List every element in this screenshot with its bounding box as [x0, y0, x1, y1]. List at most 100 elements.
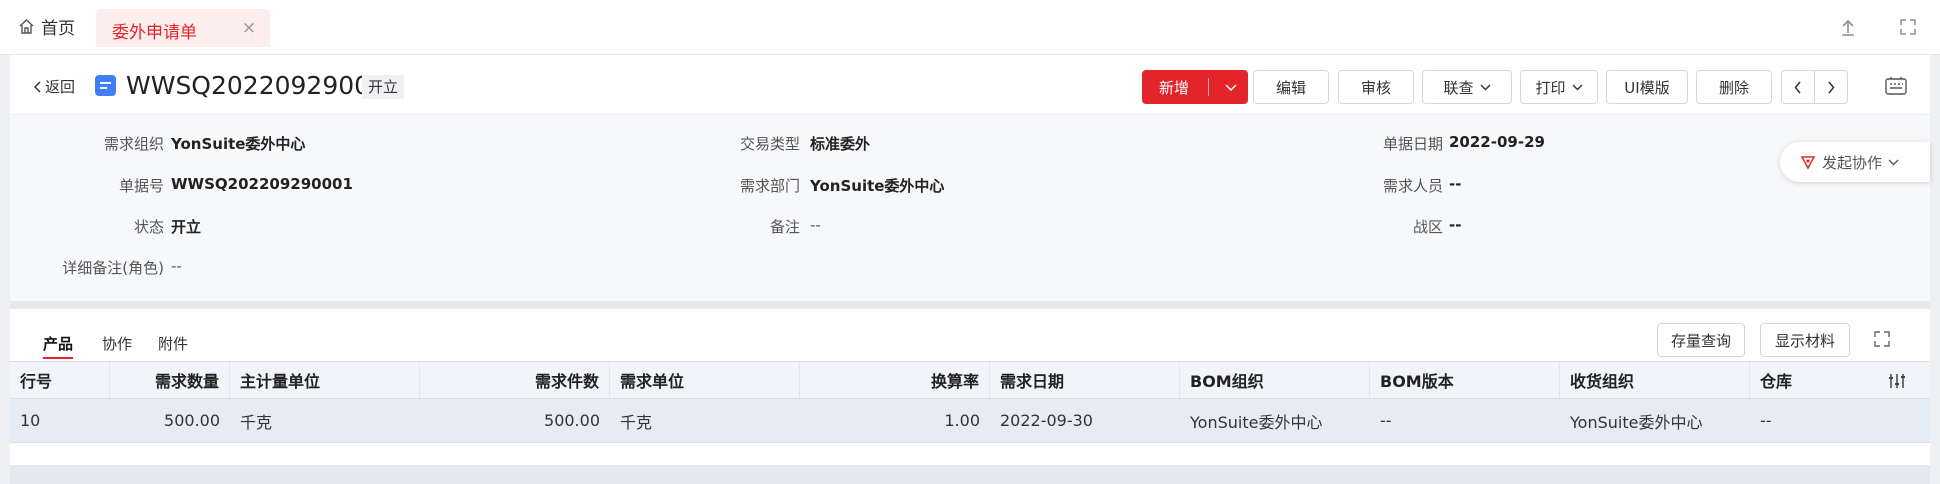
- cell-demand-pieces: 500.00: [544, 411, 600, 430]
- cell-line-no: 10: [20, 411, 41, 430]
- doc-no-label: 单据号: [118, 177, 164, 195]
- cell-warehouse: --: [1760, 411, 1772, 430]
- demand-dept-value: YonSuite委外中心: [810, 177, 945, 195]
- tab-attach[interactable]: 附件: [158, 333, 188, 354]
- page-title: WWSQ202209290001: [126, 71, 402, 100]
- section-divider: [10, 301, 1930, 309]
- chevron-right-icon: [1828, 81, 1835, 93]
- status-value: 开立: [171, 218, 202, 236]
- cell-demand-unit: 千克: [620, 412, 653, 432]
- upload-icon[interactable]: [1838, 17, 1858, 37]
- column-settings-icon[interactable]: [1888, 372, 1906, 390]
- col-header-demand-pieces[interactable]: 需求件数: [420, 362, 610, 398]
- edit-button-label: 编辑: [1275, 78, 1306, 97]
- new-button-label: 新增: [1159, 78, 1190, 97]
- col-header-demand-unit[interactable]: 需求单位: [610, 362, 800, 398]
- audit-button-label: 审核: [1360, 78, 1391, 97]
- col-header-demand-qty[interactable]: 需求数量: [110, 362, 230, 398]
- prev-record-button[interactable]: [1781, 70, 1815, 104]
- print-label: 打印: [1535, 78, 1566, 97]
- back-link[interactable]: 返回: [32, 76, 75, 97]
- status-label: 状态: [133, 218, 164, 236]
- detail-note-value: --: [171, 257, 182, 275]
- close-icon[interactable]: ×: [242, 18, 256, 38]
- trade-type-value: 标准委外: [810, 135, 871, 153]
- demand-person-label: 需求人员: [1382, 177, 1443, 195]
- cell-demand-date: 2022-09-30: [1000, 411, 1093, 430]
- stock-query-button[interactable]: 存量查询: [1657, 323, 1745, 357]
- tab-bar: 首页 委外申请单 ×: [0, 0, 1940, 55]
- detail-tabs: 产品 协作 附件 存量查询 显示材料: [10, 309, 1930, 361]
- chevron-left-icon: [33, 80, 41, 93]
- show-material-button[interactable]: 显示材料: [1760, 323, 1850, 357]
- col-header-bom-version[interactable]: BOM版本: [1370, 362, 1560, 398]
- war-zone-value: --: [1449, 216, 1462, 234]
- product-grid: 行号 需求数量 主计量单位 需求件数 需求单位 换算率 需求日期 BOM组织 B…: [10, 361, 1930, 443]
- print-button[interactable]: 打印: [1520, 70, 1598, 104]
- col-header-bom-org[interactable]: BOM组织: [1180, 362, 1370, 398]
- edit-button[interactable]: 编辑: [1253, 70, 1329, 104]
- trade-type-label: 交易类型: [739, 135, 800, 153]
- remark-label: 备注: [769, 218, 800, 236]
- chevron-down-icon: [1480, 84, 1490, 90]
- cell-bom-version: --: [1380, 411, 1392, 430]
- delete-button[interactable]: 删除: [1696, 70, 1772, 104]
- cell-conversion-rate: 1.00: [944, 411, 980, 430]
- status-badge: 开立: [362, 75, 405, 99]
- table-row[interactable]: 10 500.00 千克 500.00 千克 1.00 2022-09-30 Y…: [10, 399, 1930, 443]
- detail-note-label: 详细备注(角色): [62, 259, 164, 277]
- col-header-line-no[interactable]: 行号: [10, 362, 110, 398]
- cell-receive-org: YonSuite委外中心: [1570, 412, 1703, 432]
- home-icon: [19, 19, 34, 34]
- main-card: 返回 WWSQ202209290001 开立 新增 编辑 审核 联查 打印 UI…: [10, 55, 1930, 465]
- col-header-demand-date[interactable]: 需求日期: [990, 362, 1180, 398]
- doc-no-value: WWSQ202209290001: [171, 175, 353, 193]
- stock-query-label: 存量查询: [1670, 331, 1731, 350]
- keyboard-icon[interactable]: [1884, 75, 1908, 97]
- grid-header: 行号 需求数量 主计量单位 需求件数 需求单位 换算率 需求日期 BOM组织 B…: [10, 361, 1930, 399]
- cell-main-unit: 千克: [240, 412, 273, 432]
- demand-org-label: 需求组织: [103, 135, 164, 153]
- fullscreen-icon[interactable]: [1898, 17, 1918, 37]
- divider: [1208, 78, 1210, 96]
- tab-home[interactable]: 首页: [18, 14, 75, 39]
- document-icon: [95, 75, 116, 96]
- demand-person-value: --: [1449, 175, 1462, 193]
- col-header-conversion-rate[interactable]: 换算率: [800, 362, 990, 398]
- linked-query-button[interactable]: 联查: [1422, 70, 1512, 104]
- show-material-label: 显示材料: [1774, 331, 1835, 350]
- ui-template-label: UI模版: [1624, 78, 1670, 97]
- start-collab-button[interactable]: 发起协作: [1780, 142, 1930, 182]
- tab-collab[interactable]: 协作: [102, 333, 132, 354]
- chevron-down-icon: [1572, 84, 1582, 90]
- cell-bom-org: YonSuite委外中心: [1190, 412, 1323, 432]
- tab-home-label: 首页: [41, 19, 75, 39]
- linked-query-label: 联查: [1443, 78, 1474, 97]
- bottom-strip: [10, 465, 1930, 484]
- header-form: 需求组织 YonSuite委外中心 单据号 WWSQ202209290001 状…: [10, 115, 1930, 301]
- col-header-main-unit[interactable]: 主计量单位: [230, 362, 420, 398]
- demand-org-value: YonSuite委外中心: [171, 135, 306, 153]
- col-header-receive-org[interactable]: 收货组织: [1560, 362, 1750, 398]
- war-zone-label: 战区: [1412, 218, 1443, 236]
- cell-demand-qty: 500.00: [164, 411, 220, 430]
- chevron-left-icon: [1794, 81, 1801, 93]
- tab-product[interactable]: 产品: [43, 333, 73, 354]
- audit-button[interactable]: 审核: [1338, 70, 1414, 104]
- doc-date-value: 2022-09-29: [1449, 133, 1545, 151]
- collab-icon: [1800, 156, 1816, 170]
- delete-label: 删除: [1718, 78, 1749, 97]
- chevron-down-icon[interactable]: [1215, 78, 1247, 96]
- new-button[interactable]: 新增: [1142, 70, 1248, 104]
- chevron-down-icon: [1888, 159, 1899, 165]
- expand-icon[interactable]: [1873, 330, 1891, 348]
- back-label: 返回: [45, 78, 76, 96]
- tab-wwsq-label: 委外申请单: [112, 23, 197, 43]
- ui-template-button[interactable]: UI模版: [1606, 70, 1688, 104]
- tab-wwsq[interactable]: 委外申请单 ×: [96, 9, 270, 47]
- doc-header: 返回 WWSQ202209290001 开立 新增 编辑 审核 联查 打印 UI…: [10, 55, 1930, 115]
- active-tab-indicator: [43, 357, 73, 359]
- demand-dept-label: 需求部门: [739, 177, 800, 195]
- start-collab-label: 发起协作: [1822, 153, 1883, 172]
- next-record-button[interactable]: [1814, 70, 1848, 104]
